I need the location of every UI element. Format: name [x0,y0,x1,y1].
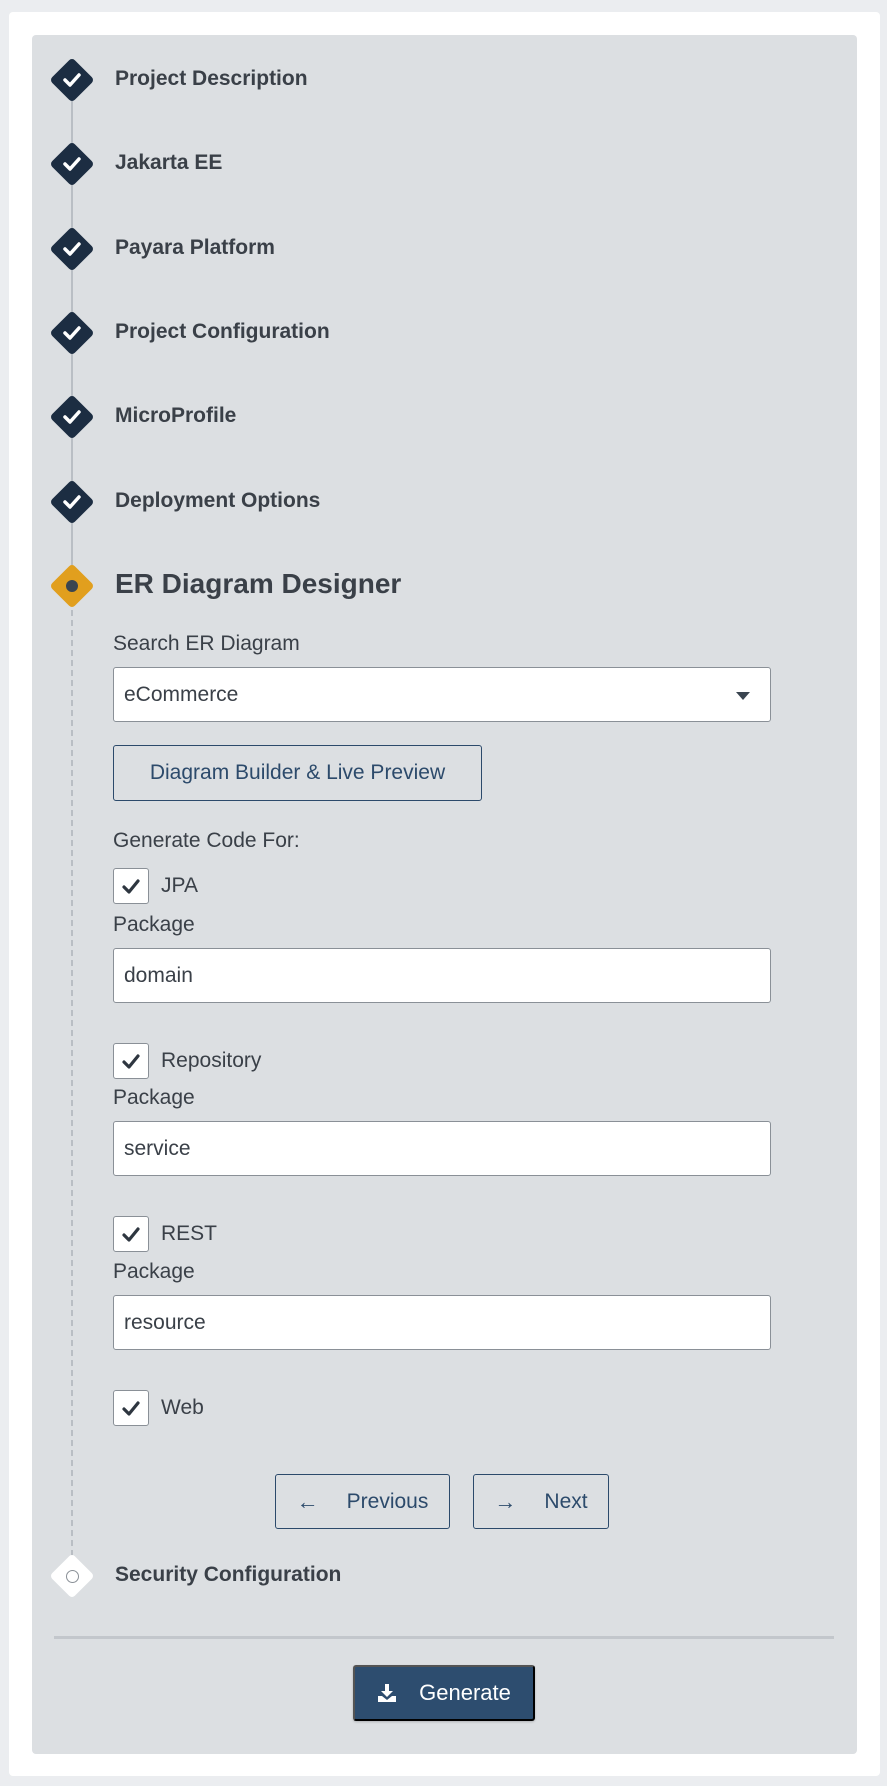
chevron-down-icon[interactable] [736,692,750,700]
rest-package-label: Package [113,1260,195,1283]
rest-package-input[interactable] [113,1295,771,1350]
step-jakarta-ee[interactable]: Jakarta EE [0,141,400,187]
repository-checkbox[interactable] [113,1043,149,1079]
rest-package-value[interactable] [124,1310,770,1335]
check-icon [56,233,88,265]
jpa-package-label: Package [113,913,195,936]
generate-code-label: Generate Code For: [113,829,300,852]
jpa-checkbox[interactable] [113,868,149,904]
stepper-rail-pending [71,600,73,1576]
circle-icon [56,1560,88,1592]
generate-label: Generate [419,1680,511,1705]
jpa-package-value[interactable] [124,963,770,988]
previous-button[interactable]: ← Previous [275,1474,450,1529]
search-er-diagram-label: Search ER Diagram [113,632,300,655]
jpa-label: JPA [161,874,198,897]
repository-package-value[interactable] [124,1136,770,1161]
step-security-configuration[interactable]: Security Configuration [0,1553,450,1599]
check-icon [56,486,88,518]
repository-label: Repository [161,1049,262,1072]
web-option[interactable]: Web [113,1390,204,1426]
step-project-description[interactable]: Project Description [0,57,400,103]
step-er-diagram-designer[interactable]: ER Diagram Designer [0,563,450,609]
step-microprofile[interactable]: MicroProfile [0,394,400,440]
repository-package-label: Package [113,1086,195,1109]
arrow-right-icon: → [494,1488,517,1514]
check-icon [122,1226,140,1242]
web-checkbox[interactable] [113,1390,149,1426]
step-payara-platform[interactable]: Payara Platform [0,226,400,272]
diagram-builder-button[interactable]: Diagram Builder & Live Preview [113,745,482,801]
check-icon [56,64,88,96]
footer-divider [54,1636,834,1639]
check-icon [122,878,140,894]
step-title: Jakarta EE [115,151,223,174]
download-icon [377,1683,397,1703]
jpa-option[interactable]: JPA [113,868,198,904]
jpa-package-input[interactable] [113,948,771,1003]
rest-checkbox[interactable] [113,1216,149,1252]
rest-label: REST [161,1222,218,1245]
selected-diagram: eCommerce [124,682,239,706]
step-title: ER Diagram Designer [115,568,402,599]
generate-button[interactable]: Generate [353,1665,535,1721]
dot-icon [56,570,88,602]
check-icon [122,1400,140,1416]
next-label: Next [544,1489,588,1513]
repository-package-input[interactable] [113,1121,771,1176]
next-button[interactable]: → Next [473,1474,609,1529]
check-icon [56,317,88,349]
rest-option[interactable]: REST [113,1216,217,1252]
web-label: Web [161,1396,204,1419]
step-project-configuration[interactable]: Project Configuration [0,310,400,356]
previous-label: Previous [346,1489,429,1513]
check-icon [56,401,88,433]
check-icon [56,148,88,180]
arrow-left-icon: ← [296,1488,319,1514]
step-title: Project Configuration [115,320,330,343]
search-er-diagram-select[interactable]: eCommerce [113,667,771,722]
step-title: Payara Platform [115,236,275,259]
step-title: Deployment Options [115,489,321,512]
step-deployment-options[interactable]: Deployment Options [0,479,400,525]
step-title: Project Description [115,67,308,90]
step-title: MicroProfile [115,404,237,427]
step-title: Security Configuration [115,1563,342,1586]
check-icon [122,1053,140,1069]
repository-option[interactable]: Repository [113,1043,261,1079]
